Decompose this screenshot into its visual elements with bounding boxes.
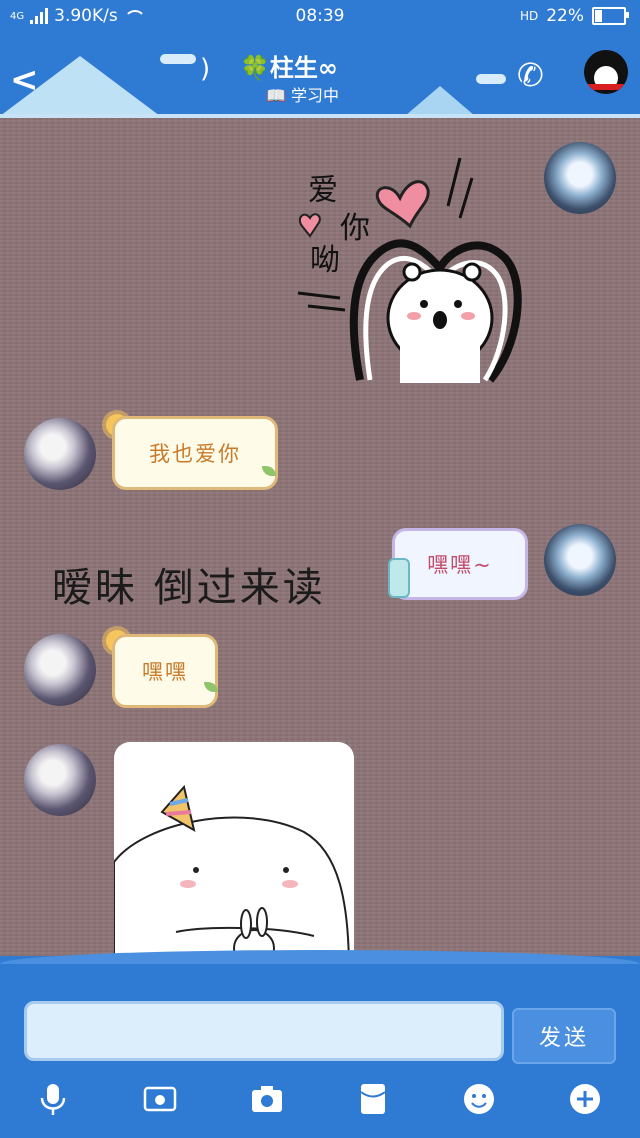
sticker-text: 爱 [308, 173, 338, 208]
cloud-decoration [476, 74, 506, 84]
love-sticker[interactable]: 爱 你 呦 [290, 148, 530, 383]
profile-penguin-icon[interactable] [584, 50, 628, 94]
my-avatar[interactable] [544, 524, 616, 596]
ghost-sticker [114, 784, 350, 958]
battery-icon [592, 7, 629, 25]
contact-avatar[interactable] [24, 744, 96, 816]
message-bubble[interactable]: 嘿嘿 [112, 634, 218, 708]
bottle-decoration [388, 558, 410, 598]
iceberg-decoration [405, 86, 475, 116]
contact-avatar[interactable] [24, 418, 96, 490]
battery-percent: 22% [546, 6, 584, 26]
phone-call-icon[interactable]: ✆ [517, 56, 544, 94]
heart-doodle [376, 180, 430, 229]
my-avatar[interactable] [544, 142, 616, 214]
chat-area[interactable]: 爱 你 呦 我也爱你 暧昧 倒过来读 嘿嘿~ 嘿嘿 [0, 118, 640, 958]
message-bubble[interactable]: 我也爱你 [112, 416, 278, 490]
wallpaper-text: 暧昧 倒过来读 [52, 565, 326, 611]
message-bubble[interactable]: 嘿嘿~ [392, 528, 528, 600]
image-icon[interactable] [143, 1082, 177, 1116]
red-envelope-icon[interactable] [356, 1082, 390, 1116]
contact-status: 📖 学习中 [266, 86, 340, 105]
status-bar: 4G 3.90K/s 08:39 HD 22% [0, 0, 640, 34]
party-hat [160, 784, 196, 832]
composer-panel: 发送 [0, 950, 640, 1138]
message-text: 我也爱你 [149, 442, 241, 466]
send-button[interactable]: 发送 [512, 1008, 616, 1064]
cloud-decoration [160, 54, 196, 64]
contact-avatar[interactable] [24, 634, 96, 706]
sticker-text: 呦 [310, 243, 340, 278]
message-text: 嘿嘿 [142, 660, 188, 684]
earpiece-mode-icon[interactable]: ) [200, 54, 210, 84]
input-toolbar [0, 1076, 640, 1126]
battery-fill [595, 10, 602, 22]
mic-icon[interactable] [36, 1082, 70, 1116]
sticker-text: 你 [340, 211, 370, 246]
chat-header: < ) 🍀柱生∞ 📖 学习中 ✆ [0, 34, 640, 116]
image-message[interactable] [114, 742, 354, 958]
plus-icon[interactable] [568, 1082, 602, 1116]
hd-badge: HD [519, 9, 539, 23]
message-input[interactable] [24, 1001, 504, 1061]
emoji-icon[interactable] [462, 1082, 496, 1116]
status-right: HD 22% [519, 6, 629, 26]
heart-doodle [298, 213, 321, 238]
contact-name[interactable]: 🍀柱生∞ [240, 48, 338, 83]
message-text: 嘿嘿~ [427, 553, 493, 577]
back-icon[interactable]: < [10, 60, 39, 100]
camera-icon[interactable] [250, 1082, 284, 1116]
